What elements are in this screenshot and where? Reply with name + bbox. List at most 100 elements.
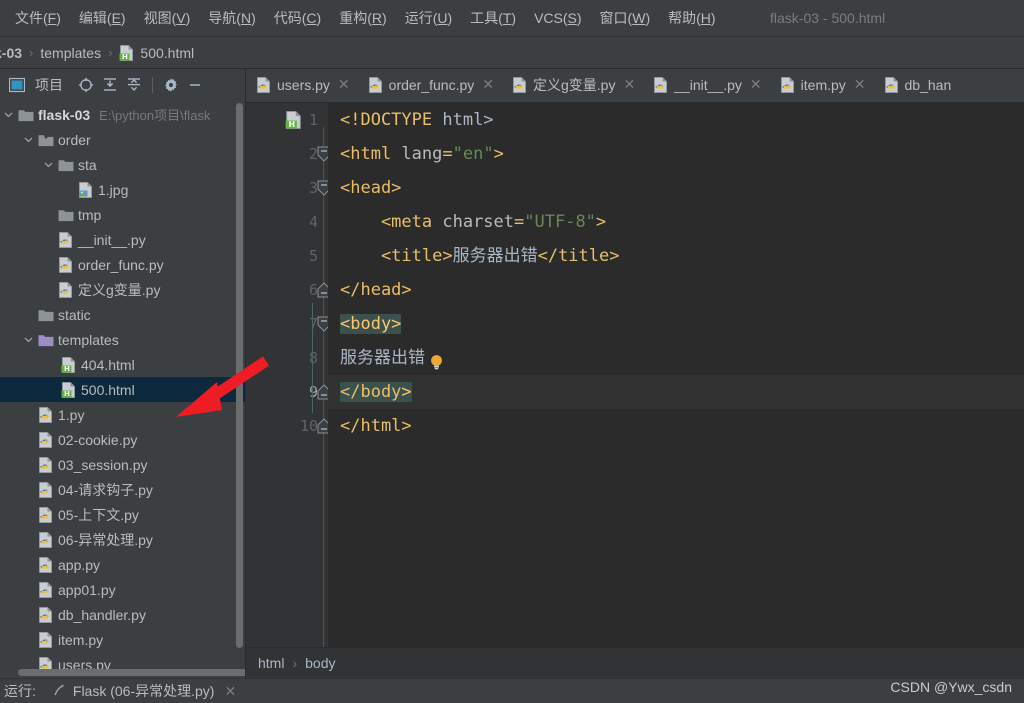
tree-row-dingyi-g-py[interactable]: 定义g变量.py (0, 277, 245, 302)
menu-navigate[interactable]: 导航(N) (199, 5, 264, 31)
close-icon[interactable]: ✕ (750, 76, 762, 93)
tree-row-03-session-py[interactable]: 03_session.py (0, 452, 245, 477)
tree-row-1-jpg[interactable]: 1.jpg (0, 177, 245, 202)
tree-row-02-cookie-py[interactable]: 02-cookie.py (0, 427, 245, 452)
project-panel-header: 项目 (0, 69, 245, 101)
tree-row-1-py[interactable]: 1.py (0, 402, 245, 427)
tree-row-static[interactable]: static (0, 302, 245, 327)
breadcrumb-file[interactable]: H 500.html (119, 45, 194, 61)
tree-label: 1.jpg (98, 182, 128, 198)
close-icon[interactable]: ✕ (338, 76, 350, 93)
project-panel-title: 项目 (35, 75, 63, 95)
python-file-icon (37, 582, 54, 598)
menu-code-mnemonic: C (306, 10, 316, 26)
folder-icon (17, 107, 34, 123)
menu-window[interactable]: 窗口(W) (591, 5, 660, 31)
editor-breadcrumb-html[interactable]: html (258, 655, 284, 671)
tree-label: order (58, 132, 91, 148)
menu-vcs[interactable]: VCS(S) (525, 7, 590, 29)
project-tool-window: 项目 (0, 69, 245, 678)
python-file-icon (37, 607, 54, 623)
project-icon (6, 74, 28, 96)
tab-order-func-py[interactable]: order_func.py ✕ (358, 69, 502, 102)
chevron-down-icon[interactable] (22, 133, 35, 146)
code-text-area[interactable]: <!DOCTYPE html> <html lang="en"> <head> … (328, 103, 1024, 647)
tree-row-app-py[interactable]: app.py (0, 552, 245, 577)
tree-row-init-py[interactable]: __init__.py (0, 227, 245, 252)
menu-view[interactable]: 视图(V) (135, 5, 200, 31)
breadcrumb-project[interactable]: k-03 (0, 45, 22, 61)
code-editor[interactable]: 1 2 3 4 5 6 7 8 9 10 H (246, 103, 1024, 647)
menu-help-mnemonic: H (701, 10, 711, 26)
menu-refactor[interactable]: 重构(R) (330, 5, 395, 31)
tab-db-handler-py[interactable]: db_han (874, 69, 960, 102)
tab-label: 定义g变量.py (533, 75, 615, 95)
python-file-icon (37, 407, 54, 423)
folder-icon (57, 157, 74, 173)
menu-vcs-mnemonic: S (568, 10, 577, 26)
tree-row-order-func-py[interactable]: order_func.py (0, 252, 245, 277)
close-icon[interactable]: ✕ (224, 683, 236, 700)
chevron-down-icon[interactable] (42, 158, 55, 171)
menu-run[interactable]: 运行(U) (396, 5, 461, 31)
tree-row-order[interactable]: order (0, 127, 245, 152)
breadcrumb-folder[interactable]: templates (40, 45, 101, 61)
tab-label: __init__.py (674, 77, 742, 93)
collapse-all-icon[interactable] (123, 74, 145, 96)
tab-dingyi-g-py[interactable]: 定义g变量.py ✕ (502, 69, 643, 102)
editor-breadcrumb-body[interactable]: body (305, 655, 335, 671)
expand-all-icon[interactable] (99, 74, 121, 96)
menu-file[interactable]: 文件(F) (6, 5, 70, 31)
python-file-icon (37, 457, 54, 473)
tree-label: templates (58, 332, 119, 348)
toolbar-divider (152, 77, 153, 93)
tree-label: order_func.py (78, 257, 164, 273)
python-file-icon (57, 232, 74, 248)
pycharm-window: 文件(F) 编辑(E) 视图(V) 导航(N) 代码(C) 重构(R) 运行(U… (0, 0, 1024, 703)
run-tool-label[interactable]: 运行: (4, 681, 36, 701)
tree-label: flask-03 (38, 107, 90, 123)
run-configuration-tab[interactable]: Flask (06-异常处理.py) ✕ (52, 681, 236, 701)
close-icon[interactable]: ✕ (482, 76, 494, 93)
intention-bulb-icon[interactable] (429, 349, 443, 365)
tree-row-app01-py[interactable]: app01.py (0, 577, 245, 602)
editor-gutter[interactable]: 1 2 3 4 5 6 7 8 9 10 H (246, 103, 328, 647)
close-icon[interactable]: ✕ (854, 76, 866, 93)
tree-row-06-exception-py[interactable]: 06-异常处理.py (0, 527, 245, 552)
flask-run-icon (52, 682, 67, 700)
tree-row-05-context-py[interactable]: 05-上下文.py (0, 502, 245, 527)
project-tree-vertical-scrollbar[interactable] (236, 103, 243, 648)
menu-help[interactable]: 帮助(H) (659, 5, 724, 31)
project-tree-horizontal-scrollbar[interactable] (18, 669, 245, 676)
menu-code[interactable]: 代码(C) (265, 5, 330, 31)
tree-row-500-html[interactable]: H 500.html (0, 377, 245, 402)
close-icon[interactable]: ✕ (623, 76, 635, 93)
tree-label: 定义g变量.py (78, 280, 160, 300)
locate-icon[interactable] (75, 74, 97, 96)
tree-row-tmp[interactable]: tmp (0, 202, 245, 227)
tree-label: 500.html (81, 382, 135, 398)
tab-init-py[interactable]: __init__.py ✕ (643, 69, 769, 102)
menu-edit[interactable]: 编辑(E) (70, 5, 135, 31)
chevron-down-icon[interactable] (22, 333, 35, 346)
chevron-down-icon[interactable] (2, 108, 15, 121)
tab-users-py[interactable]: users.py ✕ (246, 69, 358, 102)
project-tree[interactable]: flask-03 E:\python项目\flask order sta (0, 101, 245, 678)
menu-tools[interactable]: 工具(T) (461, 5, 525, 31)
tree-row-sta[interactable]: sta (0, 152, 245, 177)
breadcrumb-file-label: 500.html (140, 45, 194, 61)
navigation-bar: k-03 › templates › H 500.html (0, 37, 1024, 69)
code-line-5: <title>服务器出错</title> (328, 239, 1024, 273)
tree-row-item-py[interactable]: item.py (0, 627, 245, 652)
tree-row-templates[interactable]: templates (0, 327, 245, 352)
tree-label: app01.py (58, 582, 116, 598)
tree-row-04-hooks-py[interactable]: 04-请求钩子.py (0, 477, 245, 502)
tree-row-flask-03[interactable]: flask-03 E:\python项目\flask (0, 102, 245, 127)
tree-row-db-handler-py[interactable]: db_handler.py (0, 602, 245, 627)
settings-gear-icon[interactable] (160, 74, 182, 96)
tree-row-404-html[interactable]: H 404.html (0, 352, 245, 377)
editor-tab-bar: users.py ✕ order_func.py ✕ 定义g变量.py ✕ __… (246, 69, 1024, 103)
package-folder-icon (37, 132, 54, 148)
minimize-icon[interactable] (184, 74, 206, 96)
tab-item-py[interactable]: item.py ✕ (770, 69, 874, 102)
